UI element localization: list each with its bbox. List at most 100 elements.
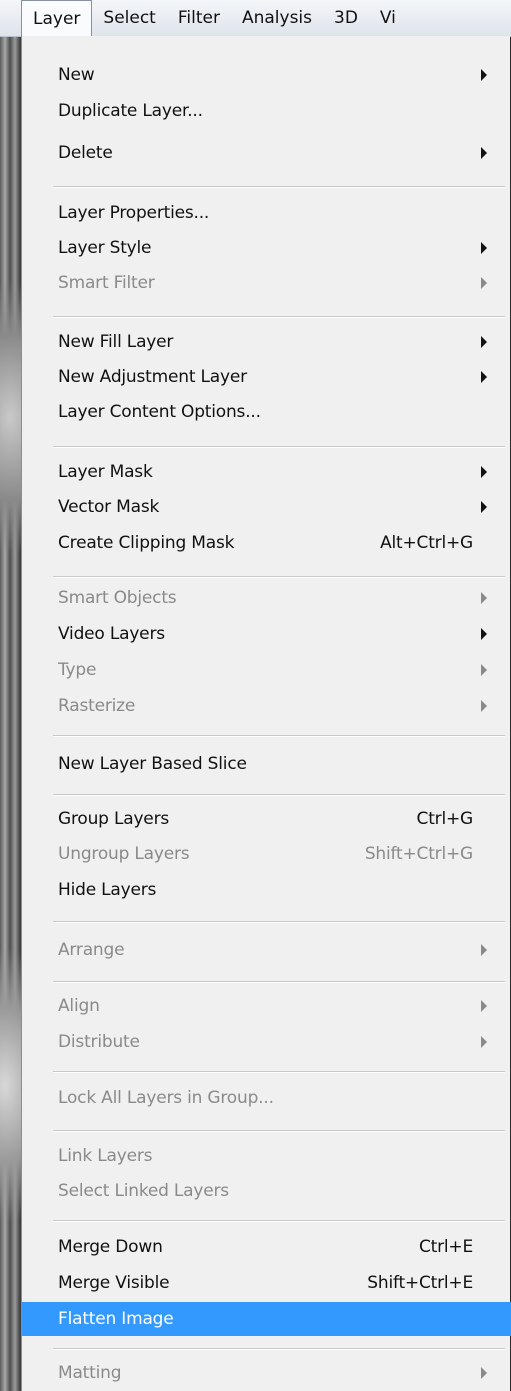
menu-separator xyxy=(53,1348,505,1350)
submenu-arrow-icon xyxy=(481,371,487,383)
menu-item-label: Smart Filter xyxy=(58,273,155,293)
menu-separator xyxy=(53,921,505,923)
menu-item-label: Ungroup Layers xyxy=(58,844,190,864)
submenu-arrow-icon xyxy=(481,147,487,159)
submenu-arrow-icon xyxy=(481,501,487,513)
menu-item-label: Vector Mask xyxy=(58,497,160,517)
menu-separator xyxy=(53,735,505,737)
menubar-select[interactable]: Select xyxy=(92,0,166,36)
menu-item-label: Smart Objects xyxy=(58,588,177,608)
menu-item-label: Flatten Image xyxy=(58,1309,174,1329)
menu-item-new-layer-based-slice[interactable]: New Layer Based Slice xyxy=(22,747,511,781)
menu-item-lock-all-layers-in-group[interactable]: Lock All Layers in Group... xyxy=(22,1081,511,1115)
menu-item-label: New Fill Layer xyxy=(58,332,174,352)
menu-item-smart-objects[interactable]: Smart Objects xyxy=(22,581,511,615)
menu-item-new-adjustment-layer[interactable]: New Adjustment Layer xyxy=(22,360,511,394)
menu-item-create-clipping-mask[interactable]: Create Clipping Mask Alt+Ctrl+G xyxy=(22,526,511,560)
menu-item-label: Lock All Layers in Group... xyxy=(58,1088,274,1108)
submenu-arrow-icon xyxy=(481,242,487,254)
menu-item-label: Create Clipping Mask xyxy=(58,533,235,553)
menu-item-distribute[interactable]: Distribute xyxy=(22,1025,511,1059)
submenu-arrow-icon xyxy=(481,628,487,640)
menu-item-link-layers[interactable]: Link Layers xyxy=(22,1139,511,1173)
menu-item-label: Video Layers xyxy=(58,624,165,644)
submenu-arrow-icon xyxy=(481,592,487,604)
menu-separator xyxy=(53,576,505,578)
menu-item-select-linked-layers[interactable]: Select Linked Layers xyxy=(22,1174,511,1208)
menu-item-label: Distribute xyxy=(58,1032,140,1052)
menu-item-label: Duplicate Layer... xyxy=(58,101,203,121)
menu-item-smart-filter[interactable]: Smart Filter xyxy=(22,266,511,300)
layer-dropdown-menu: New Duplicate Layer... Delete Layer Prop… xyxy=(21,36,511,1391)
menu-bar: Layer Select Filter Analysis 3D Vi xyxy=(0,0,511,37)
menu-item-label: Merge Down xyxy=(58,1237,163,1257)
submenu-arrow-icon xyxy=(481,69,487,81)
menu-separator xyxy=(53,186,505,188)
submenu-arrow-icon xyxy=(481,700,487,712)
menu-item-new[interactable]: New xyxy=(22,58,511,92)
menu-item-label: Layer Content Options... xyxy=(58,402,261,422)
menu-item-shortcut: Alt+Ctrl+G xyxy=(380,533,473,553)
menu-item-new-fill-layer[interactable]: New Fill Layer xyxy=(22,325,511,359)
menu-item-shortcut: Ctrl+G xyxy=(416,809,474,829)
menu-item-shortcut: Ctrl+E xyxy=(418,1237,473,1257)
menu-item-label: Select Linked Layers xyxy=(58,1181,229,1201)
menu-item-arrange[interactable]: Arrange xyxy=(22,933,511,967)
menubar-3d[interactable]: 3D xyxy=(323,0,369,36)
menu-item-hide-layers[interactable]: Hide Layers xyxy=(22,873,511,907)
menu-item-label: Align xyxy=(58,996,100,1016)
submenu-arrow-icon xyxy=(481,336,487,348)
menu-item-shortcut: Shift+Ctrl+G xyxy=(364,844,473,864)
submenu-arrow-icon xyxy=(481,466,487,478)
menu-item-merge-visible[interactable]: Merge Visible Shift+Ctrl+E xyxy=(22,1266,511,1300)
menu-item-duplicate-layer[interactable]: Duplicate Layer... xyxy=(22,94,511,128)
menu-item-layer-content-options[interactable]: Layer Content Options... xyxy=(22,395,511,429)
menu-item-delete[interactable]: Delete xyxy=(22,136,511,170)
menu-separator xyxy=(53,1220,505,1222)
menu-separator xyxy=(53,794,505,796)
menubar-layer[interactable]: Layer xyxy=(21,0,93,36)
menu-item-layer-mask[interactable]: Layer Mask xyxy=(22,455,511,489)
menu-item-label: New Adjustment Layer xyxy=(58,367,247,387)
menu-item-align[interactable]: Align xyxy=(22,989,511,1023)
menu-item-layer-style[interactable]: Layer Style xyxy=(22,231,511,265)
menu-item-label: Layer Properties... xyxy=(58,203,210,223)
menubar-view[interactable]: Vi xyxy=(369,0,407,36)
submenu-arrow-icon xyxy=(481,1036,487,1048)
menubar-filter[interactable]: Filter xyxy=(167,0,231,36)
menu-item-label: Link Layers xyxy=(58,1146,153,1166)
menu-item-rasterize[interactable]: Rasterize xyxy=(22,689,511,723)
menu-item-label: New xyxy=(58,65,95,85)
menu-item-label: Layer Style xyxy=(58,238,152,258)
submenu-arrow-icon xyxy=(481,664,487,676)
submenu-arrow-icon xyxy=(481,1367,487,1379)
menu-item-label: New Layer Based Slice xyxy=(58,754,247,774)
submenu-arrow-icon xyxy=(481,277,487,289)
menu-item-label: Layer Mask xyxy=(58,462,153,482)
menu-item-shortcut: Shift+Ctrl+E xyxy=(367,1273,473,1293)
menu-separator xyxy=(53,981,505,983)
menu-item-flatten-image[interactable]: Flatten Image xyxy=(22,1302,511,1336)
menu-item-label: Rasterize xyxy=(58,696,136,716)
menu-item-layer-properties[interactable]: Layer Properties... xyxy=(22,196,511,230)
menu-item-group-layers[interactable]: Group Layers Ctrl+G xyxy=(22,802,511,836)
menu-item-label: Delete xyxy=(58,143,113,163)
menu-item-label: Arrange xyxy=(58,940,125,960)
menu-item-ungroup-layers[interactable]: Ungroup Layers Shift+Ctrl+G xyxy=(22,837,511,871)
menu-item-type[interactable]: Type xyxy=(22,653,511,687)
menu-item-video-layers[interactable]: Video Layers xyxy=(22,617,511,651)
submenu-arrow-icon xyxy=(481,944,487,956)
menu-separator xyxy=(53,1071,505,1073)
menu-item-vector-mask[interactable]: Vector Mask xyxy=(22,490,511,524)
menu-separator xyxy=(53,1130,505,1132)
submenu-arrow-icon xyxy=(481,1000,487,1012)
menubar-analysis[interactable]: Analysis xyxy=(231,0,323,36)
menu-item-label: Merge Visible xyxy=(58,1273,170,1293)
menu-item-label: Matting xyxy=(58,1363,122,1383)
menu-item-matting[interactable]: Matting xyxy=(22,1356,511,1390)
menu-item-label: Group Layers xyxy=(58,809,170,829)
menu-item-label: Hide Layers xyxy=(58,880,157,900)
menu-separator xyxy=(53,446,505,448)
menu-item-label: Type xyxy=(58,660,97,680)
menu-item-merge-down[interactable]: Merge Down Ctrl+E xyxy=(22,1230,511,1264)
